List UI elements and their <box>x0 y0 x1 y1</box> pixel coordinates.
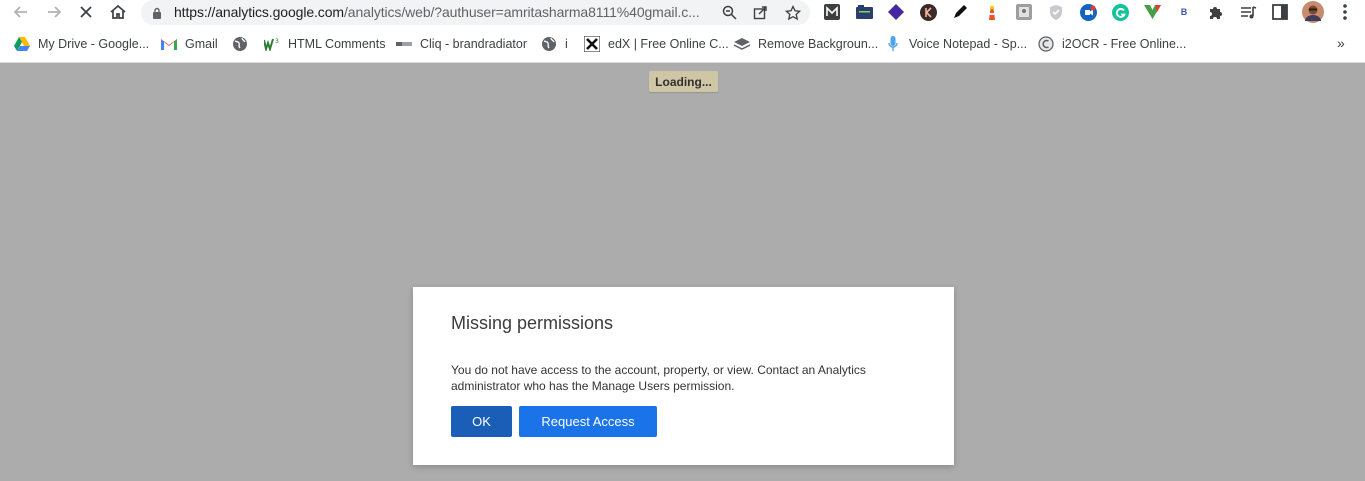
bookmark-label: Gmail <box>185 37 218 51</box>
missing-permissions-dialog: Missing permissions You do not have acce… <box>413 287 954 465</box>
b-extension-icon[interactable]: B <box>1175 3 1193 21</box>
bookmark-label: HTML Comments <box>288 37 386 51</box>
edx-icon <box>584 36 600 52</box>
profile-avatar[interactable] <box>1302 1 1324 23</box>
bookmark-label: Voice Notepad - Sp... <box>909 37 1028 51</box>
bookmark-label: i <box>565 37 568 51</box>
bookmark-cliq[interactable]: Cliq - brandradiator <box>396 35 527 53</box>
bookmark-edx[interactable]: edX | Free Online C... <box>584 35 729 53</box>
share-icon[interactable] <box>752 4 769 21</box>
dialog-title: Missing permissions <box>451 313 614 333</box>
request-access-button[interactable]: Request Access <box>519 406 657 437</box>
browser-toolbar: https://analytics.google.com/analytics/w… <box>0 0 1365 25</box>
m-extension-icon[interactable] <box>823 3 841 21</box>
diamond-extension-icon[interactable] <box>887 3 905 21</box>
stop-icon[interactable] <box>73 0 99 24</box>
globe-icon <box>232 36 248 52</box>
drive-icon <box>14 36 30 52</box>
forward-icon[interactable] <box>41 0 67 24</box>
bookmark-label: i2OCR - Free Online... <box>1062 37 1187 51</box>
bookmark-label: Remove Backgroun... <box>758 37 879 51</box>
dialog-message: You do not have access to the account, p… <box>451 363 866 393</box>
bookmark-html-comments[interactable]: 3 HTML Comments <box>264 35 385 53</box>
bookmark-globe[interactable] <box>232 35 256 53</box>
bookmark-my-drive[interactable]: My Drive - Google... <box>14 35 149 53</box>
address-bar[interactable]: https://analytics.google.com/analytics/w… <box>141 0 810 25</box>
lock-icon[interactable] <box>152 6 162 24</box>
side-panel-icon[interactable] <box>1271 3 1289 21</box>
removebg-icon <box>734 36 750 52</box>
mic-icon <box>885 36 901 52</box>
menu-icon[interactable] <box>1336 3 1354 21</box>
media-icon[interactable] <box>1239 3 1257 21</box>
bookmarks-bar: My Drive - Google... Gmail 3 HTML Commen… <box>0 25 1365 63</box>
home-icon[interactable] <box>105 0 131 24</box>
bookmark-label: My Drive - Google... <box>38 37 150 51</box>
globe-icon <box>541 36 557 52</box>
i2ocr-icon <box>1038 36 1054 52</box>
star-icon[interactable] <box>784 4 801 21</box>
bookmark-i2ocr[interactable]: i2OCR - Free Online... <box>1038 35 1186 53</box>
puzzle-icon[interactable] <box>1207 3 1225 21</box>
url-path: /analytics/web/?authuser=amritasharma811… <box>343 4 700 20</box>
url-host: https://analytics.google.com <box>174 4 344 20</box>
bookmark-gmail[interactable]: Gmail <box>161 35 218 53</box>
bookmark-remove-bg[interactable]: Remove Backgroun... <box>734 35 878 53</box>
url-text[interactable]: https://analytics.google.com/analytics/w… <box>174 4 700 20</box>
gmail-icon <box>161 36 177 52</box>
back-icon[interactable] <box>8 0 34 24</box>
ok-button[interactable]: OK <box>451 406 512 437</box>
loading-indicator: Loading... <box>649 71 718 92</box>
photo-extension-icon[interactable] <box>1015 3 1033 21</box>
bookmark-label: edX | Free Online C... <box>608 37 729 51</box>
folder-extension-icon[interactable] <box>855 3 873 21</box>
svg-text:3: 3 <box>275 38 279 45</box>
bookmark-label: Cliq - brandradiator <box>420 37 527 51</box>
zoom-icon[interactable] <box>721 4 738 21</box>
k-extension-icon[interactable] <box>919 3 937 21</box>
cliq-icon <box>396 36 412 52</box>
grammarly-extension-icon[interactable] <box>1111 3 1129 21</box>
bookmark-voice-notepad[interactable]: Voice Notepad - Sp... <box>885 35 1027 53</box>
bookmark-i[interactable]: i <box>541 35 568 53</box>
more-bookmarks-button[interactable]: » <box>1337 35 1345 51</box>
vuetify-extension-icon[interactable] <box>1143 3 1161 21</box>
lighthouse-extension-icon[interactable] <box>983 3 1001 21</box>
w3-icon: 3 <box>264 36 280 52</box>
shield-extension-icon[interactable] <box>1047 3 1065 21</box>
pen-extension-icon[interactable] <box>951 3 969 21</box>
camera-extension-icon[interactable] <box>1079 3 1097 21</box>
